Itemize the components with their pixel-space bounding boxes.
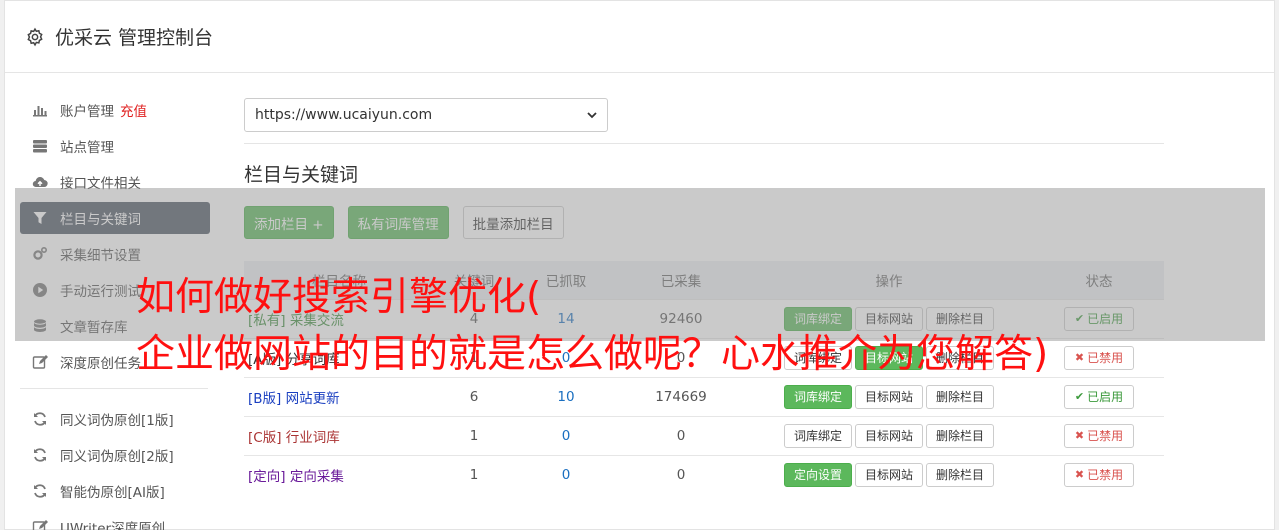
column-name-cell: [C版] 行业词库 <box>244 415 434 455</box>
keywords-cell: 1 <box>434 454 514 494</box>
fetched-cell[interactable]: 0 <box>514 415 618 455</box>
gear-icon <box>27 27 43 46</box>
column-link[interactable]: [定向] 定向采集 <box>248 469 344 485</box>
target-site-button[interactable]: 目标网站 <box>854 423 923 448</box>
keywords-cell: 1 <box>434 415 514 455</box>
target-site-button[interactable]: 目标网站 <box>854 384 923 409</box>
delete-column-button[interactable]: 删除栏目 <box>926 423 995 448</box>
status-cell: ✖ 已禁用 <box>1034 337 1164 377</box>
table-row: [C版] 行业词库 1 0 0 词库绑定 目标网站 删除栏目 ✖ 已禁用 <box>244 415 1164 455</box>
sidebar-item-account[interactable]: 账户管理 充值 <box>20 94 210 126</box>
panel-header: 优采云 管理控制台 <box>5 1 1274 73</box>
sidebar-item-label: 站点管理 <box>60 140 114 156</box>
overlay-caption-line2: 企业做网站的目的就是怎么做呢？心水推介为您解答) <box>136 332 1049 377</box>
status-toggle[interactable]: ✔已启用 <box>1063 384 1135 409</box>
sidebar-item-synonym-v2[interactable]: 同义词伪原创[2版] <box>20 439 210 471</box>
fetched-cell[interactable]: 0 <box>514 454 618 494</box>
chevron-down-icon <box>587 112 597 119</box>
cross-icon: ✖ <box>1074 351 1085 364</box>
sidebar-item-ai-rewrite[interactable]: 智能伪原创[AI版] <box>20 475 210 507</box>
collected-cell: 0 <box>618 454 744 494</box>
refresh-icon <box>34 412 46 426</box>
overlay-caption: 如何做好搜索引擎优化( 企业做网站的目的就是怎么做呢？心水推介为您解答) <box>136 269 1048 383</box>
bar-chart-icon <box>33 106 47 117</box>
check-icon: ✔ <box>1074 390 1085 403</box>
sidebar-item-label: UWriter深度原创 <box>60 521 166 530</box>
status-toggle[interactable]: ✖ 已禁用 <box>1063 462 1135 487</box>
ops-cell: 词库绑定 目标网站 删除栏目 <box>744 415 1034 455</box>
server-icon <box>33 140 47 153</box>
sidebar-item-label: 深度原创任务 <box>60 356 141 372</box>
divider <box>244 143 1164 144</box>
ops-cell: 定向设置 目标网站 删除栏目 <box>744 454 1034 494</box>
status-cell: ✔已启用 <box>1034 376 1164 416</box>
status-toggle[interactable]: ✖ 已禁用 <box>1063 345 1135 370</box>
edit-icon <box>32 520 48 530</box>
sidebar-item-label: 智能伪原创[AI版] <box>60 485 165 501</box>
lexicon-bind-button[interactable]: 词库绑定 <box>783 384 852 409</box>
site-select[interactable]: https://www.ucaiyun.com <box>244 98 608 132</box>
sidebar-item-sites[interactable]: 站点管理 <box>20 130 210 162</box>
delete-column-button[interactable]: 删除栏目 <box>926 384 995 409</box>
page-title: 优采云 管理控制台 <box>55 27 214 49</box>
sidebar-item-label: 同义词伪原创[1版] <box>60 413 174 429</box>
edit-icon <box>32 355 48 369</box>
status-cell: ✖ 已禁用 <box>1034 415 1164 455</box>
recharge-link[interactable]: 充值 <box>120 100 147 120</box>
table-row: [定向] 定向采集 1 0 0 定向设置 目标网站 删除栏目 ✖ 已禁用 <box>244 454 1164 494</box>
status-cell: ✖ 已禁用 <box>1034 454 1164 494</box>
sidebar-item-label: 同义词伪原创[2版] <box>60 449 174 465</box>
target-site-button[interactable]: 目标网站 <box>854 462 923 487</box>
status-toggle[interactable]: ✖ 已禁用 <box>1063 423 1135 448</box>
site-select-value: https://www.ucaiyun.com <box>255 107 433 123</box>
directed-settings-button[interactable]: 定向设置 <box>783 462 852 487</box>
sidebar-item-uwriter[interactable]: UWriter深度原创 <box>20 511 210 530</box>
sidebar-divider <box>20 388 208 389</box>
delete-column-button[interactable]: 删除栏目 <box>926 462 995 487</box>
refresh-icon <box>34 448 46 462</box>
refresh-icon <box>34 484 46 498</box>
sidebar-item-synonym-v1[interactable]: 同义词伪原创[1版] <box>20 403 210 435</box>
section-title: 栏目与关键词 <box>244 164 359 186</box>
column-link[interactable]: [C版] 行业词库 <box>248 430 340 446</box>
lexicon-bind-button[interactable]: 词库绑定 <box>783 423 852 448</box>
cross-icon: ✖ <box>1074 468 1085 482</box>
cross-icon: ✖ <box>1074 429 1085 442</box>
column-link[interactable]: [B版] 网站更新 <box>248 391 340 407</box>
collected-cell: 0 <box>618 415 744 455</box>
overlay-caption-line1: 如何做好搜索引擎优化( <box>136 275 542 320</box>
sidebar-item-label: 账户管理 <box>60 104 114 120</box>
column-name-cell: [定向] 定向采集 <box>244 454 434 494</box>
